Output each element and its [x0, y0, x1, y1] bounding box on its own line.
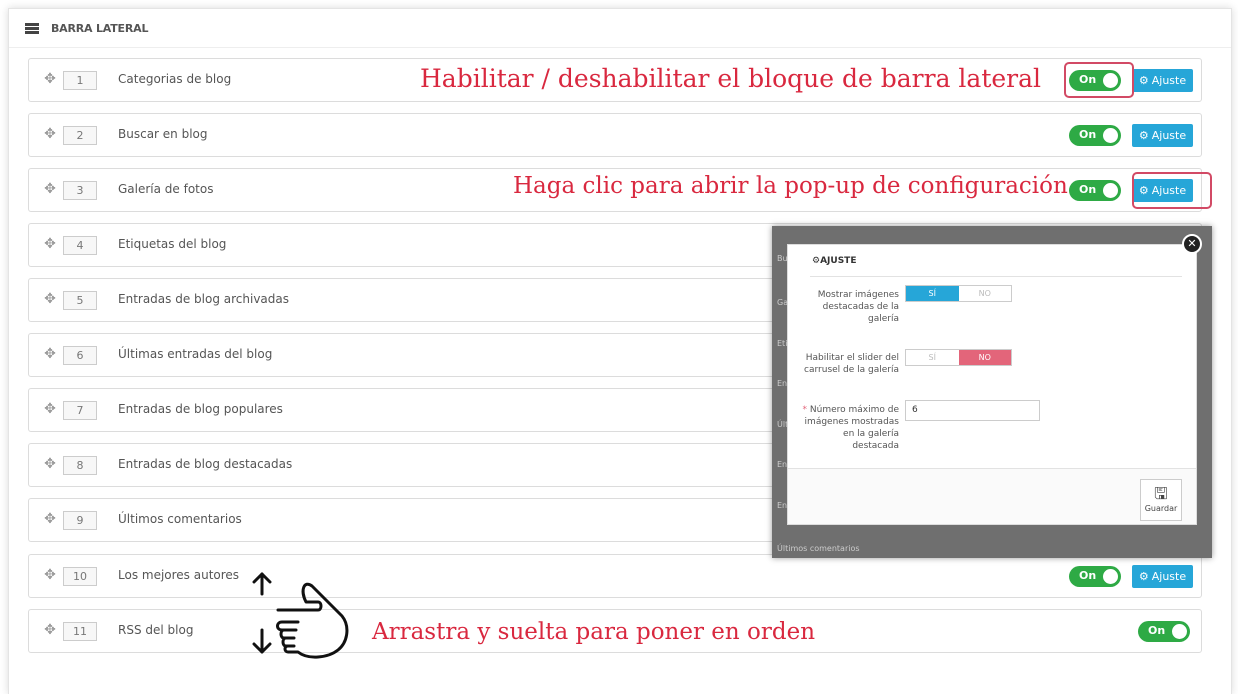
- ajuste-highlight-box: [1132, 172, 1212, 209]
- position-number: 9: [63, 511, 97, 530]
- toggle-label: On: [1079, 183, 1097, 196]
- move-icon[interactable]: ✥: [43, 568, 57, 582]
- move-icon[interactable]: ✥: [43, 512, 57, 526]
- carousel-slider-switch[interactable]: SÍ NO: [905, 349, 1012, 366]
- modal-title: ⚙AJUSTE: [812, 256, 856, 266]
- move-icon[interactable]: ✥: [43, 292, 57, 306]
- ajuste-label: Ajuste: [1151, 74, 1187, 87]
- modal-divider: [810, 276, 1182, 277]
- carousel-no-option[interactable]: NO: [958, 350, 1011, 365]
- block-label: Últimas entradas del blog: [118, 347, 273, 361]
- enable-toggle[interactable]: On: [1069, 180, 1121, 201]
- modal-title-text: AJUSTE: [820, 256, 857, 266]
- carousel-slider-label: Habilitar el slider del carrusel de la g…: [804, 353, 899, 375]
- sidebar-block-row[interactable]: ✥ 10 Los mejores autores On ⚙ Ajuste: [28, 554, 1202, 598]
- position-number: 4: [63, 236, 97, 255]
- save-label: Guardar: [1144, 504, 1178, 513]
- block-label: Categorias de blog: [118, 72, 232, 86]
- ajuste-label: Ajuste: [1151, 570, 1187, 583]
- toggle-highlight-box: [1064, 62, 1134, 98]
- enable-toggle[interactable]: On: [1138, 621, 1190, 642]
- close-icon[interactable]: ✕: [1182, 234, 1202, 254]
- toggle-knob: [1103, 183, 1118, 198]
- featured-images-switch[interactable]: SÍ NO: [905, 285, 1012, 302]
- save-button[interactable]: 🖫 Guardar: [1140, 479, 1182, 521]
- panel-title: BARRA LATERAL: [51, 21, 149, 35]
- toggle-label: On: [1079, 569, 1097, 582]
- floppy-disk-icon: 🖫: [1154, 484, 1168, 503]
- modal-footer: [788, 469, 1196, 524]
- block-label: Entradas de blog destacadas: [118, 457, 293, 471]
- ajuste-button[interactable]: ⚙ Ajuste: [1132, 69, 1193, 92]
- ajuste-button[interactable]: ⚙ Ajuste: [1132, 565, 1193, 588]
- move-icon[interactable]: ✥: [43, 237, 57, 251]
- move-icon[interactable]: ✥: [43, 623, 57, 637]
- annotation-popup: Haga clic para abrir la pop-up de config…: [513, 173, 1068, 199]
- move-icon[interactable]: ✥: [43, 457, 57, 471]
- gear-icon: ⚙: [812, 256, 821, 266]
- max-images-input[interactable]: 6: [905, 400, 1040, 421]
- sidebar-block-row[interactable]: ✥ 2 Buscar en blog On ⚙ Ajuste: [28, 113, 1202, 157]
- annotation-drag: Arrastra y suelta para poner en orden: [372, 619, 816, 645]
- toggle-label: On: [1148, 624, 1166, 637]
- move-icon[interactable]: ✥: [43, 127, 57, 141]
- gear-icon: ⚙: [1138, 570, 1149, 583]
- featured-yes-option[interactable]: SÍ: [906, 286, 959, 301]
- annotation-enable: Habilitar / deshabilitar el bloque de ba…: [420, 64, 1042, 93]
- settings-modal: ⚙AJUSTE Mostrar imágenes destacadas de l…: [787, 244, 1197, 525]
- ajuste-label: Ajuste: [1151, 129, 1187, 142]
- gear-icon: ⚙: [1138, 129, 1149, 142]
- enable-toggle[interactable]: On: [1069, 566, 1121, 587]
- featured-no-option[interactable]: NO: [959, 286, 1012, 301]
- block-label: RSS del blog: [118, 623, 194, 637]
- position-number: 2: [63, 126, 97, 145]
- move-icon[interactable]: ✥: [43, 182, 57, 196]
- max-images-label-text: Número máximo de imágenes mostradas en l…: [804, 405, 899, 451]
- position-number: 10: [63, 567, 97, 586]
- move-icon[interactable]: ✥: [43, 402, 57, 416]
- toggle-knob: [1103, 569, 1118, 584]
- bg-fragment: Últimos comentarios: [777, 544, 860, 553]
- block-label: Entradas de blog populares: [118, 402, 283, 416]
- move-icon[interactable]: ✥: [43, 72, 57, 86]
- featured-images-label: Mostrar imágenes destacadas de la galerí…: [817, 290, 899, 324]
- block-label: Buscar en blog: [118, 127, 208, 141]
- gear-icon: ⚙: [1138, 74, 1149, 87]
- position-number: 8: [63, 456, 97, 475]
- block-label: Últimos comentarios: [118, 512, 242, 526]
- block-label: Los mejores autores: [118, 568, 240, 582]
- enable-toggle[interactable]: On: [1069, 125, 1121, 146]
- move-icon[interactable]: ✥: [43, 347, 57, 361]
- position-number: 1: [63, 71, 97, 90]
- toggle-label: On: [1079, 128, 1097, 141]
- position-number: 3: [63, 181, 97, 200]
- toggle-knob: [1172, 624, 1187, 639]
- position-number: 11: [63, 622, 97, 641]
- position-number: 6: [63, 346, 97, 365]
- max-images-label: * Número máximo de imágenes mostradas en…: [799, 404, 899, 452]
- drag-hand-icon: [252, 572, 349, 659]
- position-number: 7: [63, 401, 97, 420]
- panel-header: BARRA LATERAL: [9, 9, 1231, 48]
- block-label: Galería de fotos: [118, 182, 214, 196]
- list-icon: [25, 22, 39, 34]
- ajuste-button[interactable]: ⚙ Ajuste: [1132, 124, 1193, 147]
- position-number: 5: [63, 291, 97, 310]
- block-label: Etiquetas del blog: [118, 237, 227, 251]
- block-label: Entradas de blog archivadas: [118, 292, 289, 306]
- toggle-knob: [1103, 128, 1118, 143]
- carousel-yes-option[interactable]: SÍ: [906, 350, 959, 365]
- required-mark: *: [802, 405, 808, 415]
